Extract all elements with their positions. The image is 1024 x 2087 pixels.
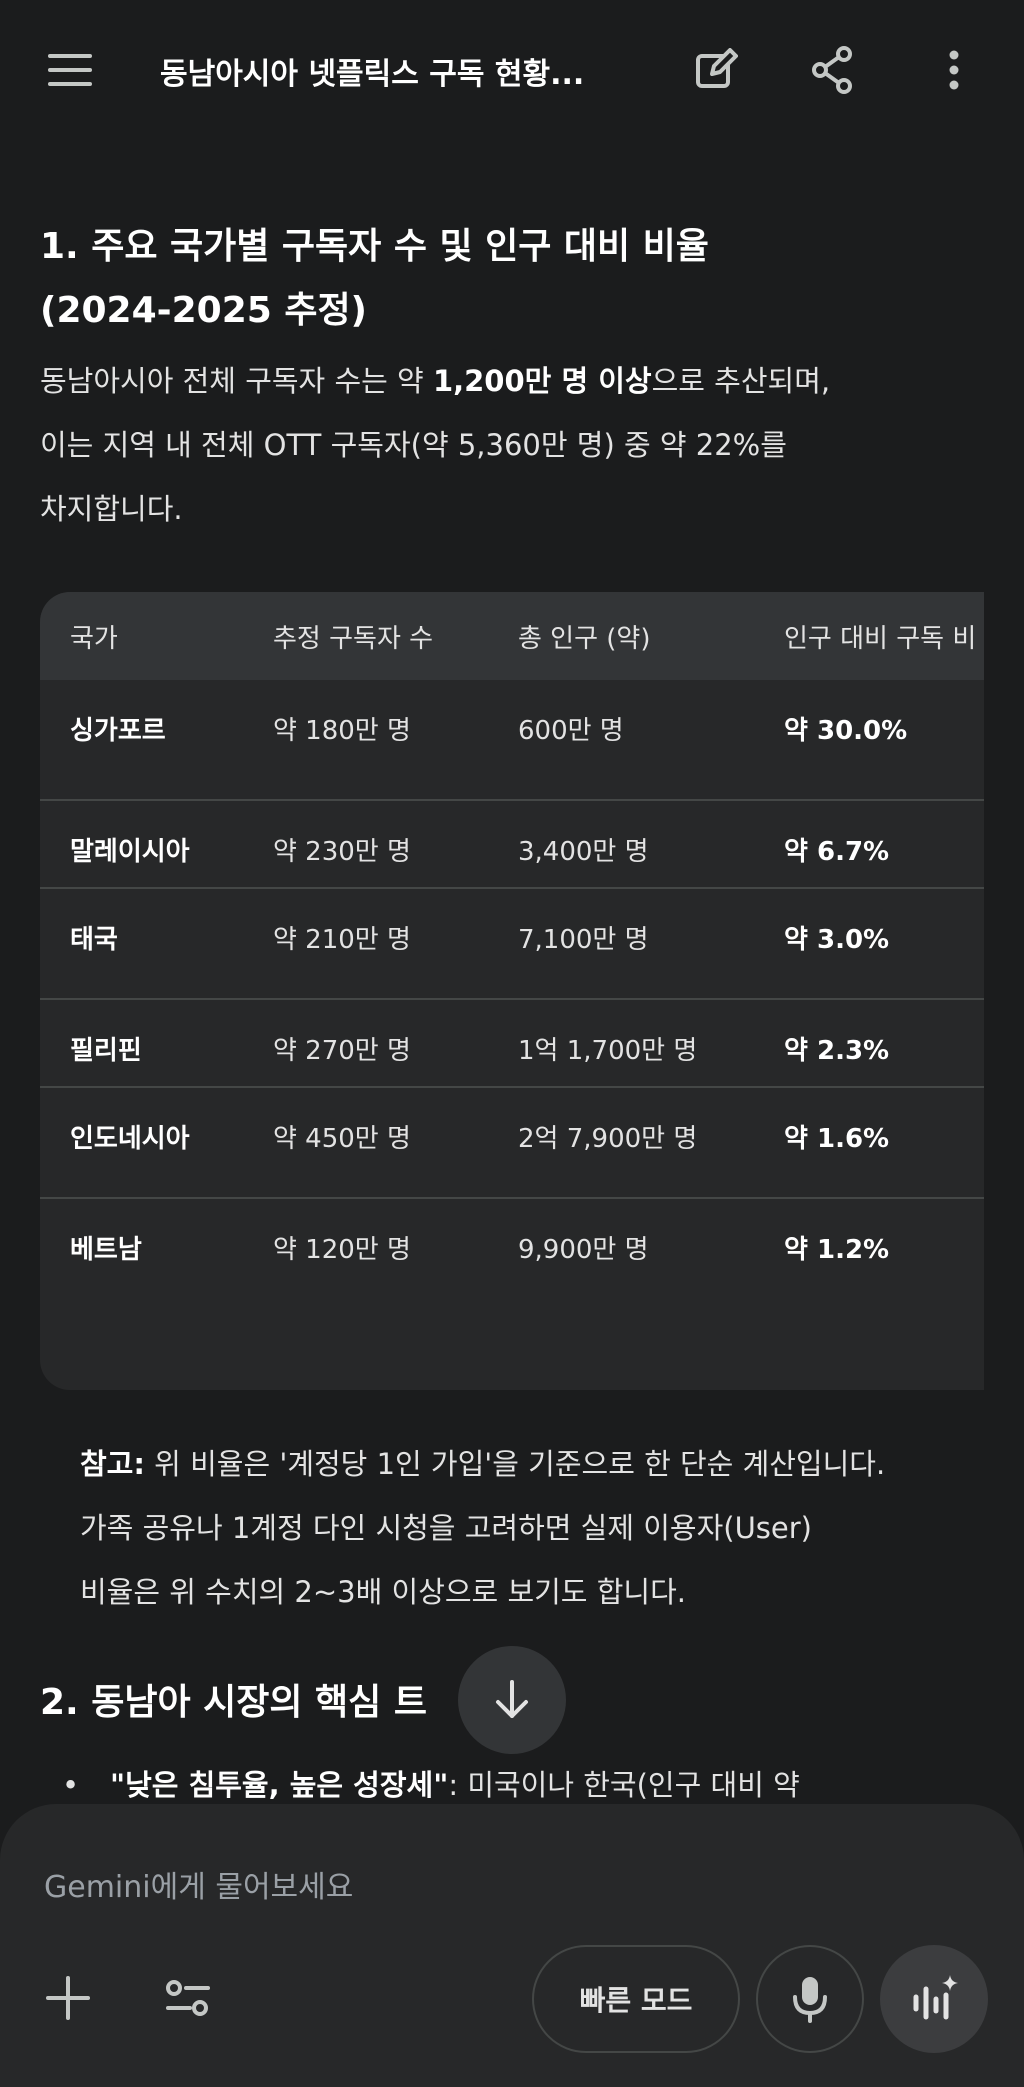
section-2-heading: 2. 동남아 시장의 핵심 트 — [40, 1682, 427, 1723]
note-text: 비율은 위 수치의 2~3배 이상으로 보기도 합니다. — [80, 1575, 686, 1609]
arrow-down-icon — [496, 1680, 528, 1718]
bullet-text: : 미국이나 한국(인구 대비 약 — [448, 1768, 800, 1802]
mic-button[interactable] — [756, 1945, 864, 2053]
cell-country: 인도네시아 — [40, 1086, 243, 1198]
cell-ratio: 약 1.6% — [754, 1086, 984, 1198]
list-item: • "낮은 침투율, 높은 성장세": 미국이나 한국(인구 대비 약 — [62, 1762, 1002, 1804]
cell-subscribers: 약 450만 명 — [243, 1086, 488, 1198]
intro-text: 이는 지역 내 전체 OTT 구독자(약 5,360만 명) 중 약 22%를 — [40, 428, 787, 462]
cell-subscribers: 약 120만 명 — [243, 1197, 488, 1309]
cell-ratio: 약 30.0% — [784, 716, 908, 746]
prompt-composer — [0, 1804, 1024, 2087]
response-section-1: 1. 주요 국가별 구독자 수 및 인구 대비 비율 (2024-2025 추정… — [40, 215, 984, 541]
bullet-dot: • — [62, 1768, 80, 1802]
section-1-intro: 동남아시아 전체 구독자 수는 약 1,200만 명 이상으로 추산되며, 이는… — [40, 349, 984, 541]
bullet-bold-text: "낮은 침투율, 높은 성장세" — [110, 1768, 449, 1802]
table-row: 싱가포르 약 180만 명 600만 명 약 30.0% — [40, 680, 984, 800]
cell-subscribers: 약 180만 명 — [273, 716, 411, 746]
share-icon[interactable] — [800, 38, 864, 102]
cell-country: 말레이시아 — [40, 799, 243, 888]
column-header: 총 인구 (약) — [488, 592, 754, 680]
live-button[interactable] — [880, 1945, 988, 2053]
cell-ratio: 약 6.7% — [754, 799, 984, 888]
column-header: 국가 — [40, 592, 243, 680]
table-row: 필리핀 약 270만 명 1억 1,700만 명 약 2.3% — [40, 998, 984, 1087]
section-1-heading-line1: 1. 주요 국가별 구독자 수 및 인구 대비 비율 — [40, 226, 709, 267]
fast-mode-button[interactable]: 빠른 모드 — [532, 1945, 740, 2053]
cell-population: 600만 명 — [518, 716, 624, 746]
cell-population: 3,400만 명 — [488, 799, 754, 888]
cell-ratio: 약 2.3% — [754, 998, 984, 1087]
column-header: 추정 구독자 수 — [243, 592, 488, 680]
table-row: 태국 약 210만 명 7,100만 명 약 3.0% — [40, 887, 984, 999]
section-1-heading: 1. 주요 국가별 구독자 수 및 인구 대비 비율 (2024-2025 추정… — [40, 215, 984, 343]
plus-icon — [46, 1976, 90, 2020]
cell-population: 9,900만 명 — [488, 1197, 754, 1309]
cell-subscribers: 약 270만 명 — [243, 998, 488, 1087]
cell-ratio: 약 1.2% — [754, 1197, 984, 1309]
live-sparkle-icon — [913, 1975, 958, 2020]
intro-text: 동남아시아 전체 구독자 수는 약 — [40, 364, 433, 398]
cell-subscribers: 약 230만 명 — [243, 799, 488, 888]
cell-country: 싱가포르 — [70, 716, 166, 746]
more-vert-icon[interactable] — [922, 38, 986, 102]
cell-country: 태국 — [40, 887, 243, 999]
note-label: 참고: — [80, 1447, 145, 1481]
edit-icon[interactable] — [684, 38, 748, 102]
mic-icon — [793, 1977, 827, 2023]
table-header-row: 국가 추정 구독자 수 총 인구 (약) 인구 대비 구독 비 — [40, 592, 984, 680]
tools-button[interactable] — [156, 1966, 220, 2030]
table-row: 베트남 약 120만 명 9,900만 명 약 1.2% — [40, 1197, 984, 1309]
top-app-bar: 동남아시아 넷플릭스 구독 현황... — [0, 0, 1024, 140]
menu-icon[interactable] — [38, 38, 102, 102]
cell-ratio: 약 3.0% — [754, 887, 984, 999]
cell-subscribers: 약 210만 명 — [243, 887, 488, 999]
table-row: 인도네시아 약 450만 명 2억 7,900만 명 약 1.6% — [40, 1086, 984, 1198]
intro-text: 차지합니다. — [40, 492, 183, 526]
intro-text: 으로 추산되며, — [651, 364, 831, 398]
subscription-table[interactable]: 국가 추정 구독자 수 총 인구 (약) 인구 대비 구독 비 싱가포르 약 1… — [40, 592, 984, 1390]
section-1-heading-line2: (2024-2025 추정) — [40, 290, 368, 331]
note-paragraph: 참고: 위 비율은 '계정당 1인 가입'을 기준으로 한 단순 계산입니다. … — [80, 1432, 980, 1624]
cell-population: 1억 1,700만 명 — [488, 998, 754, 1087]
cell-population: 7,100만 명 — [488, 887, 754, 999]
intro-bold-text: 1,200만 명 이상 — [432, 364, 652, 398]
scroll-to-bottom-button[interactable] — [458, 1646, 566, 1754]
cell-population: 2억 7,900만 명 — [488, 1086, 754, 1198]
prompt-input[interactable]: Gemini에게 물어보세요 — [44, 1862, 744, 1906]
cell-country: 베트남 — [40, 1197, 243, 1309]
conversation-title[interactable]: 동남아시아 넷플릭스 구독 현황... — [160, 49, 620, 93]
note-text: 가족 공유나 1계정 다인 시청을 고려하면 실제 이용자(User) — [80, 1511, 812, 1545]
cell-country: 필리핀 — [40, 998, 243, 1087]
table-row: 말레이시아 약 230만 명 3,400만 명 약 6.7% — [40, 799, 984, 888]
column-header: 인구 대비 구독 비 — [754, 592, 984, 680]
note-text: 위 비율은 '계정당 1인 가입'을 기준으로 한 단순 계산입니다. — [144, 1447, 886, 1481]
tools-icon — [166, 1980, 210, 2016]
add-button[interactable] — [36, 1966, 100, 2030]
